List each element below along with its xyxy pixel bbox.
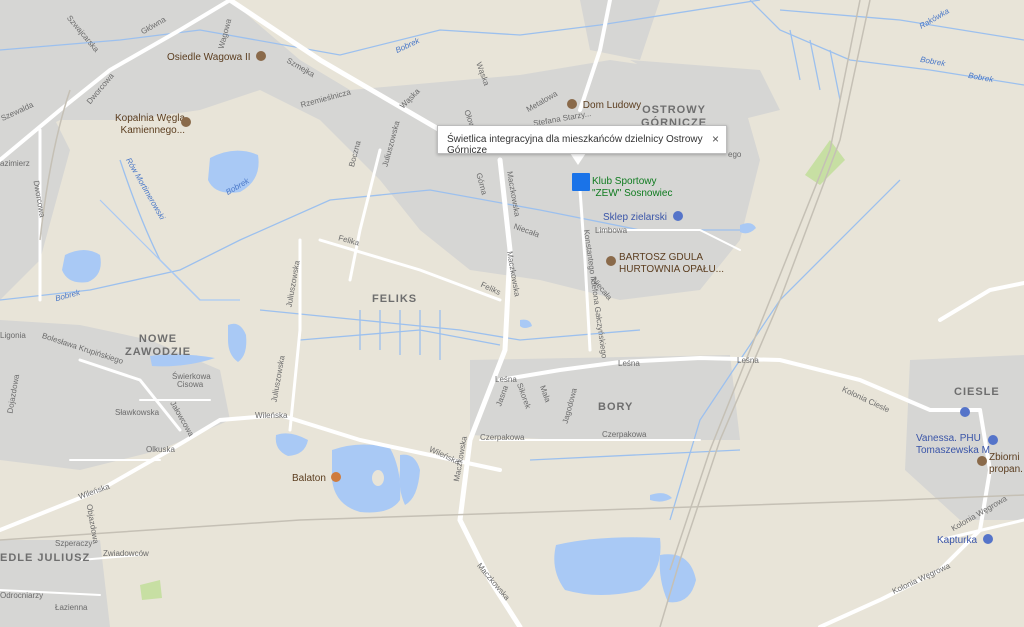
poi-klub-sportowy[interactable]: Klub Sportowy "ZEW" Sosnowiec xyxy=(592,176,672,199)
street-label: ego xyxy=(728,150,742,159)
info-window-pointer xyxy=(570,153,586,165)
street-label: Łazienna xyxy=(55,603,88,612)
district-nowe-line1: NOWE xyxy=(138,333,178,345)
poi-klub-line2: "ZEW" Sosnowiec xyxy=(592,187,673,199)
map-canvas[interactable] xyxy=(0,0,1024,627)
district-bory: BORY xyxy=(598,401,634,413)
info-window-title: Świetlica integracyjna dla mieszkańców d… xyxy=(447,134,703,156)
poi-dom-ludowy[interactable]: Dom Ludowy xyxy=(567,98,641,111)
landmark-pin-icon xyxy=(181,117,191,127)
poi-sklep-label: Sklep zielarski xyxy=(603,212,667,223)
poi-osiedle-wagowa-label: Osiedle Wagowa II xyxy=(167,52,251,63)
landmark-pin-icon xyxy=(256,51,267,61)
poi-bartosz-line1: BARTOSZ GDULA xyxy=(619,252,704,263)
landmark-pin-icon xyxy=(567,99,577,109)
poi-sklep-zielarski[interactable]: Sklep zielarski xyxy=(603,210,683,223)
poi-osiedle-wagowa[interactable]: Osiedle Wagowa II xyxy=(167,50,267,63)
close-icon[interactable]: × xyxy=(712,132,719,146)
landmark-pin-icon xyxy=(606,256,616,266)
district-nowe-line2: ZAWODZIE xyxy=(125,345,192,358)
street-label: Olkuska xyxy=(146,445,175,454)
street-label: Szperaczy xyxy=(55,539,93,548)
district-feliks: FELIKS xyxy=(372,293,418,305)
district-ostrowy-line1: OSTROWY xyxy=(642,104,706,116)
poi-kopalnia-line2: Kamiennego... xyxy=(120,124,186,136)
street-label: Sławkowska xyxy=(115,408,160,417)
urban-areas xyxy=(0,0,1024,627)
poi-klub-line1: Klub Sportowy xyxy=(592,176,657,187)
shop-pin-icon xyxy=(960,407,970,417)
poi-kapturka[interactable]: Kapturka xyxy=(937,533,993,546)
poi-vanessa-line1: Vanessa. PHU xyxy=(916,433,981,444)
street-label: Limbowa xyxy=(595,226,628,235)
poi-dom-ludowy-label: Dom Ludowy xyxy=(582,100,642,111)
shop-pin-icon xyxy=(672,211,683,221)
poi-kopalnia[interactable]: Kopalnia Węgla Kamiennego... xyxy=(115,113,185,136)
district-ciesle: CIESLE xyxy=(954,386,1000,398)
poi-bartosz-line2: HURTOWNIA OPAŁU... xyxy=(619,263,725,275)
street-label: Zwiadowców xyxy=(103,549,149,558)
poi-balaton-label: Balaton xyxy=(292,473,326,484)
restaurant-pin-icon xyxy=(330,472,341,482)
street-label: Leśna xyxy=(495,375,517,384)
info-window[interactable]: Świetlica integracyjna dla mieszkańców d… xyxy=(437,125,727,156)
street-label: Czerpakowa xyxy=(480,433,525,442)
poi-bartosz-gdula[interactable]: BARTOSZ GDULA HURTOWNIA OPAŁU... xyxy=(606,252,724,275)
poi-kapturka-label: Kapturka xyxy=(937,535,978,546)
street-label: Leśna xyxy=(737,356,759,365)
street-label: Wileńska xyxy=(255,411,288,420)
street-label: Ligonia xyxy=(0,331,26,340)
landmark-pin-icon xyxy=(977,456,987,466)
shop-pin-icon xyxy=(982,534,993,544)
selected-place-marker[interactable] xyxy=(572,173,590,191)
shop-pin-icon xyxy=(988,435,998,445)
street-label: Leśna xyxy=(618,359,640,368)
street-label: azimierz xyxy=(0,159,30,168)
district-juliusz: EDLE JULIUSZ xyxy=(0,552,91,564)
street-label: Cisowa xyxy=(177,380,204,389)
district-nowe-zawodzie: NOWE ZAWODZIE xyxy=(125,333,191,358)
poi-kopalnia-line1: Kopalnia Węgla xyxy=(115,113,186,124)
poi-zbiornik[interactable]: Zbiorni propan. C xyxy=(977,452,1024,475)
street-label: Odrocniarzy xyxy=(0,591,44,600)
street-label: Czerpakowa xyxy=(602,430,647,439)
poi-balaton[interactable]: Balaton xyxy=(292,471,341,484)
